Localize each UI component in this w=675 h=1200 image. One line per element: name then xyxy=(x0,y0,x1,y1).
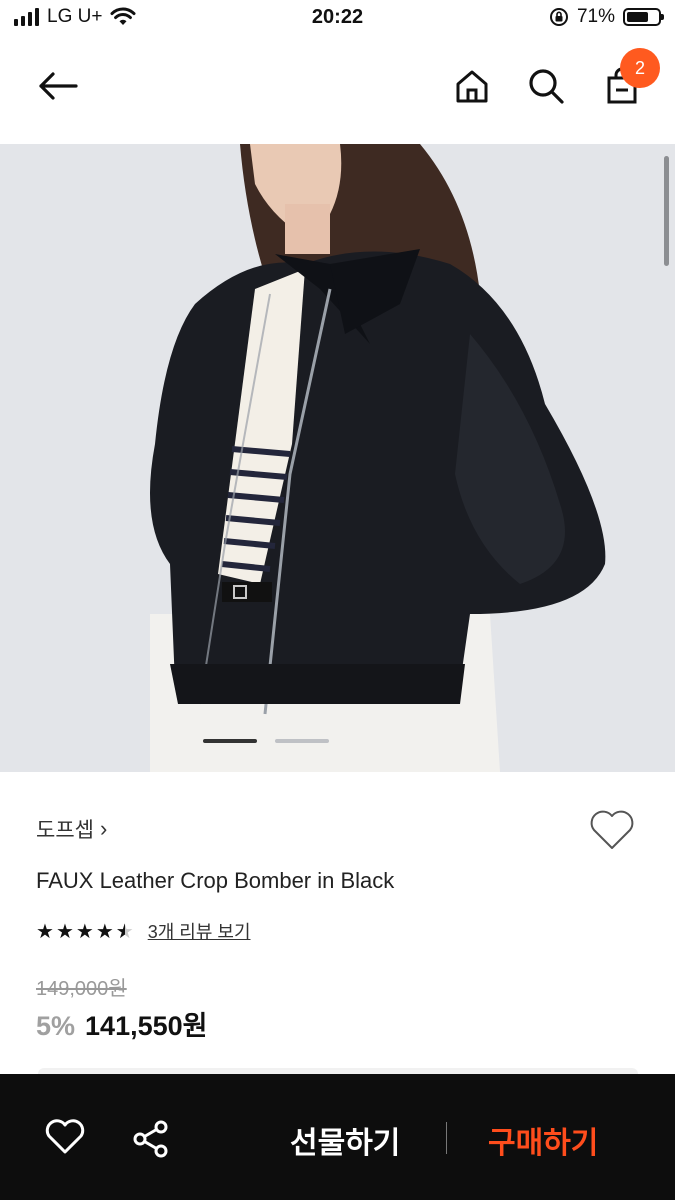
rating-row: ★★★★★★ 3개 리뷰 보기 xyxy=(36,918,251,944)
heart-outline-icon xyxy=(590,810,634,849)
brand-link[interactable]: 도프셉 › xyxy=(36,814,107,844)
original-price: 149,000원 xyxy=(36,978,127,1000)
gallery-pagination[interactable] xyxy=(203,739,329,743)
back-arrow-icon xyxy=(39,72,78,100)
cart-count-badge: 2 xyxy=(620,48,660,88)
battery-percent: 71% xyxy=(576,6,615,27)
share-icon xyxy=(133,1120,168,1158)
share-button[interactable] xyxy=(130,1118,172,1165)
battery-icon xyxy=(623,8,664,26)
star-half-icon: ★★ xyxy=(115,920,134,943)
heart-outline-icon xyxy=(45,1119,85,1154)
buy-button[interactable]: 구매하기 xyxy=(488,1118,598,1162)
button-divider xyxy=(446,1122,447,1154)
sheet-edge xyxy=(38,1068,638,1074)
product-image-gallery[interactable] xyxy=(0,144,675,772)
star-full-icon: ★ xyxy=(55,920,74,943)
product-photo xyxy=(0,144,675,772)
home-button[interactable] xyxy=(448,62,496,110)
price-row: 5% 141,550원 xyxy=(36,1004,207,1043)
status-right: 71% xyxy=(549,6,664,28)
gift-button[interactable]: 선물하기 xyxy=(290,1118,400,1162)
product-title: FAUX Leather Crop Bomber in Black xyxy=(36,868,395,893)
home-icon xyxy=(456,70,488,103)
search-icon xyxy=(529,69,564,104)
bottom-action-bar: 선물하기 구매하기 xyxy=(0,1068,675,1200)
orientation-lock-icon xyxy=(549,8,568,26)
search-button[interactable] xyxy=(522,62,570,110)
brand-name: 도프셉 xyxy=(36,819,94,842)
wishlist-button[interactable] xyxy=(588,808,636,857)
back-button[interactable] xyxy=(34,62,82,110)
status-bar: LG U+ 20:22 71% xyxy=(0,0,675,40)
sale-price: 141,550원 xyxy=(85,1011,208,1041)
star-full-icon: ★ xyxy=(36,920,54,943)
review-link[interactable]: 3개 리뷰 보기 xyxy=(148,918,251,944)
discount-rate: 5% xyxy=(36,1011,76,1041)
gallery-dot[interactable] xyxy=(203,739,257,743)
gallery-dot[interactable] xyxy=(275,739,329,743)
star-full-icon: ★ xyxy=(75,920,94,943)
bottom-wishlist-button[interactable] xyxy=(44,1118,86,1161)
star-full-icon: ★ xyxy=(95,920,114,943)
star-rating: ★★★★★★ xyxy=(36,919,134,944)
chevron-right-icon: › xyxy=(99,816,108,841)
page-scrollbar[interactable] xyxy=(664,156,669,266)
top-nav xyxy=(0,40,675,144)
